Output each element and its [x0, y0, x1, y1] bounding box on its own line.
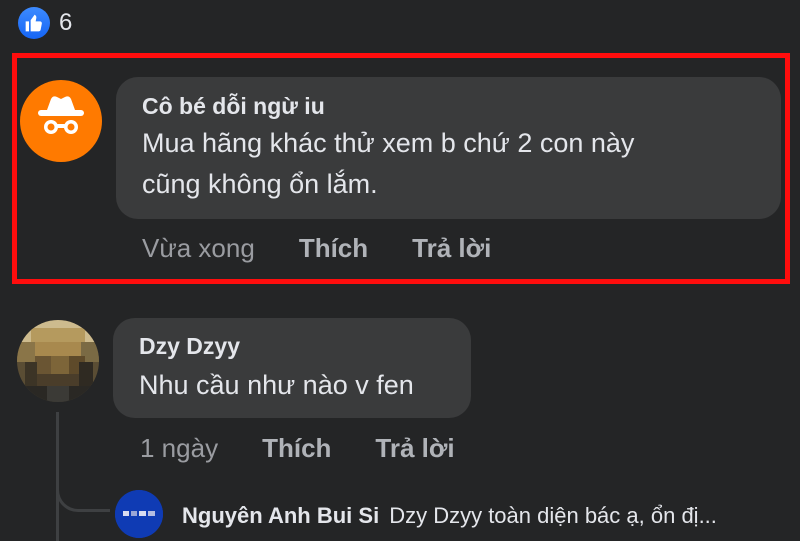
pixelated-avatar-icon: [115, 490, 163, 538]
comment-bubble: Cô bé dỗi ngừ iu Mua hãng khác thử xem b…: [116, 77, 781, 219]
comment-bubble: Dzy Dzyy Nhu cầu như nào v fen: [113, 318, 471, 418]
comment-actions: 1 ngày Thích Trả lời: [140, 430, 455, 466]
avatar[interactable]: [115, 490, 163, 538]
reply-author[interactable]: Nguyên Anh Bui Si: [182, 503, 379, 528]
thread-connector: [56, 470, 110, 512]
comment-author[interactable]: Dzy Dzyy: [139, 331, 445, 361]
comment-text: Nhu cầu như nào v fen: [139, 370, 414, 400]
avatar[interactable]: [17, 320, 99, 402]
comment-timestamp[interactable]: 1 ngày: [140, 433, 218, 464]
incognito-icon: [38, 96, 84, 134]
avatar[interactable]: [20, 80, 102, 162]
reply-button[interactable]: Trả lời: [412, 233, 491, 264]
reaction-count: 6: [59, 9, 73, 36]
reply-text: Dzy Dzyy toàn diện bác ạ, ổn đị...: [389, 503, 717, 528]
reaction-summary[interactable]: 6: [18, 7, 72, 39]
thumbs-up-icon: [18, 7, 50, 39]
comment-thread: 6 Cô bé dỗi ngừ iu Mua hãng khác thử xem…: [0, 0, 800, 541]
comment-actions: Vừa xong Thích Trả lời: [142, 230, 491, 266]
comment-text-line-1: Mua hãng khác thử xem b chứ 2 con này: [142, 128, 635, 158]
comment-author[interactable]: Cô bé dỗi ngừ iu: [142, 91, 755, 121]
like-button[interactable]: Thích: [299, 233, 368, 264]
like-button[interactable]: Thích: [262, 433, 331, 464]
comment-timestamp[interactable]: Vừa xong: [142, 233, 255, 264]
reply-preview[interactable]: Nguyên Anh Bui Si Dzy Dzyy toàn diện bác …: [182, 499, 782, 533]
reply-button[interactable]: Trả lời: [375, 433, 454, 464]
comment-text-line-2: cũng không ổn lắm.: [142, 169, 378, 199]
pixelated-avatar-icon: [17, 320, 99, 402]
